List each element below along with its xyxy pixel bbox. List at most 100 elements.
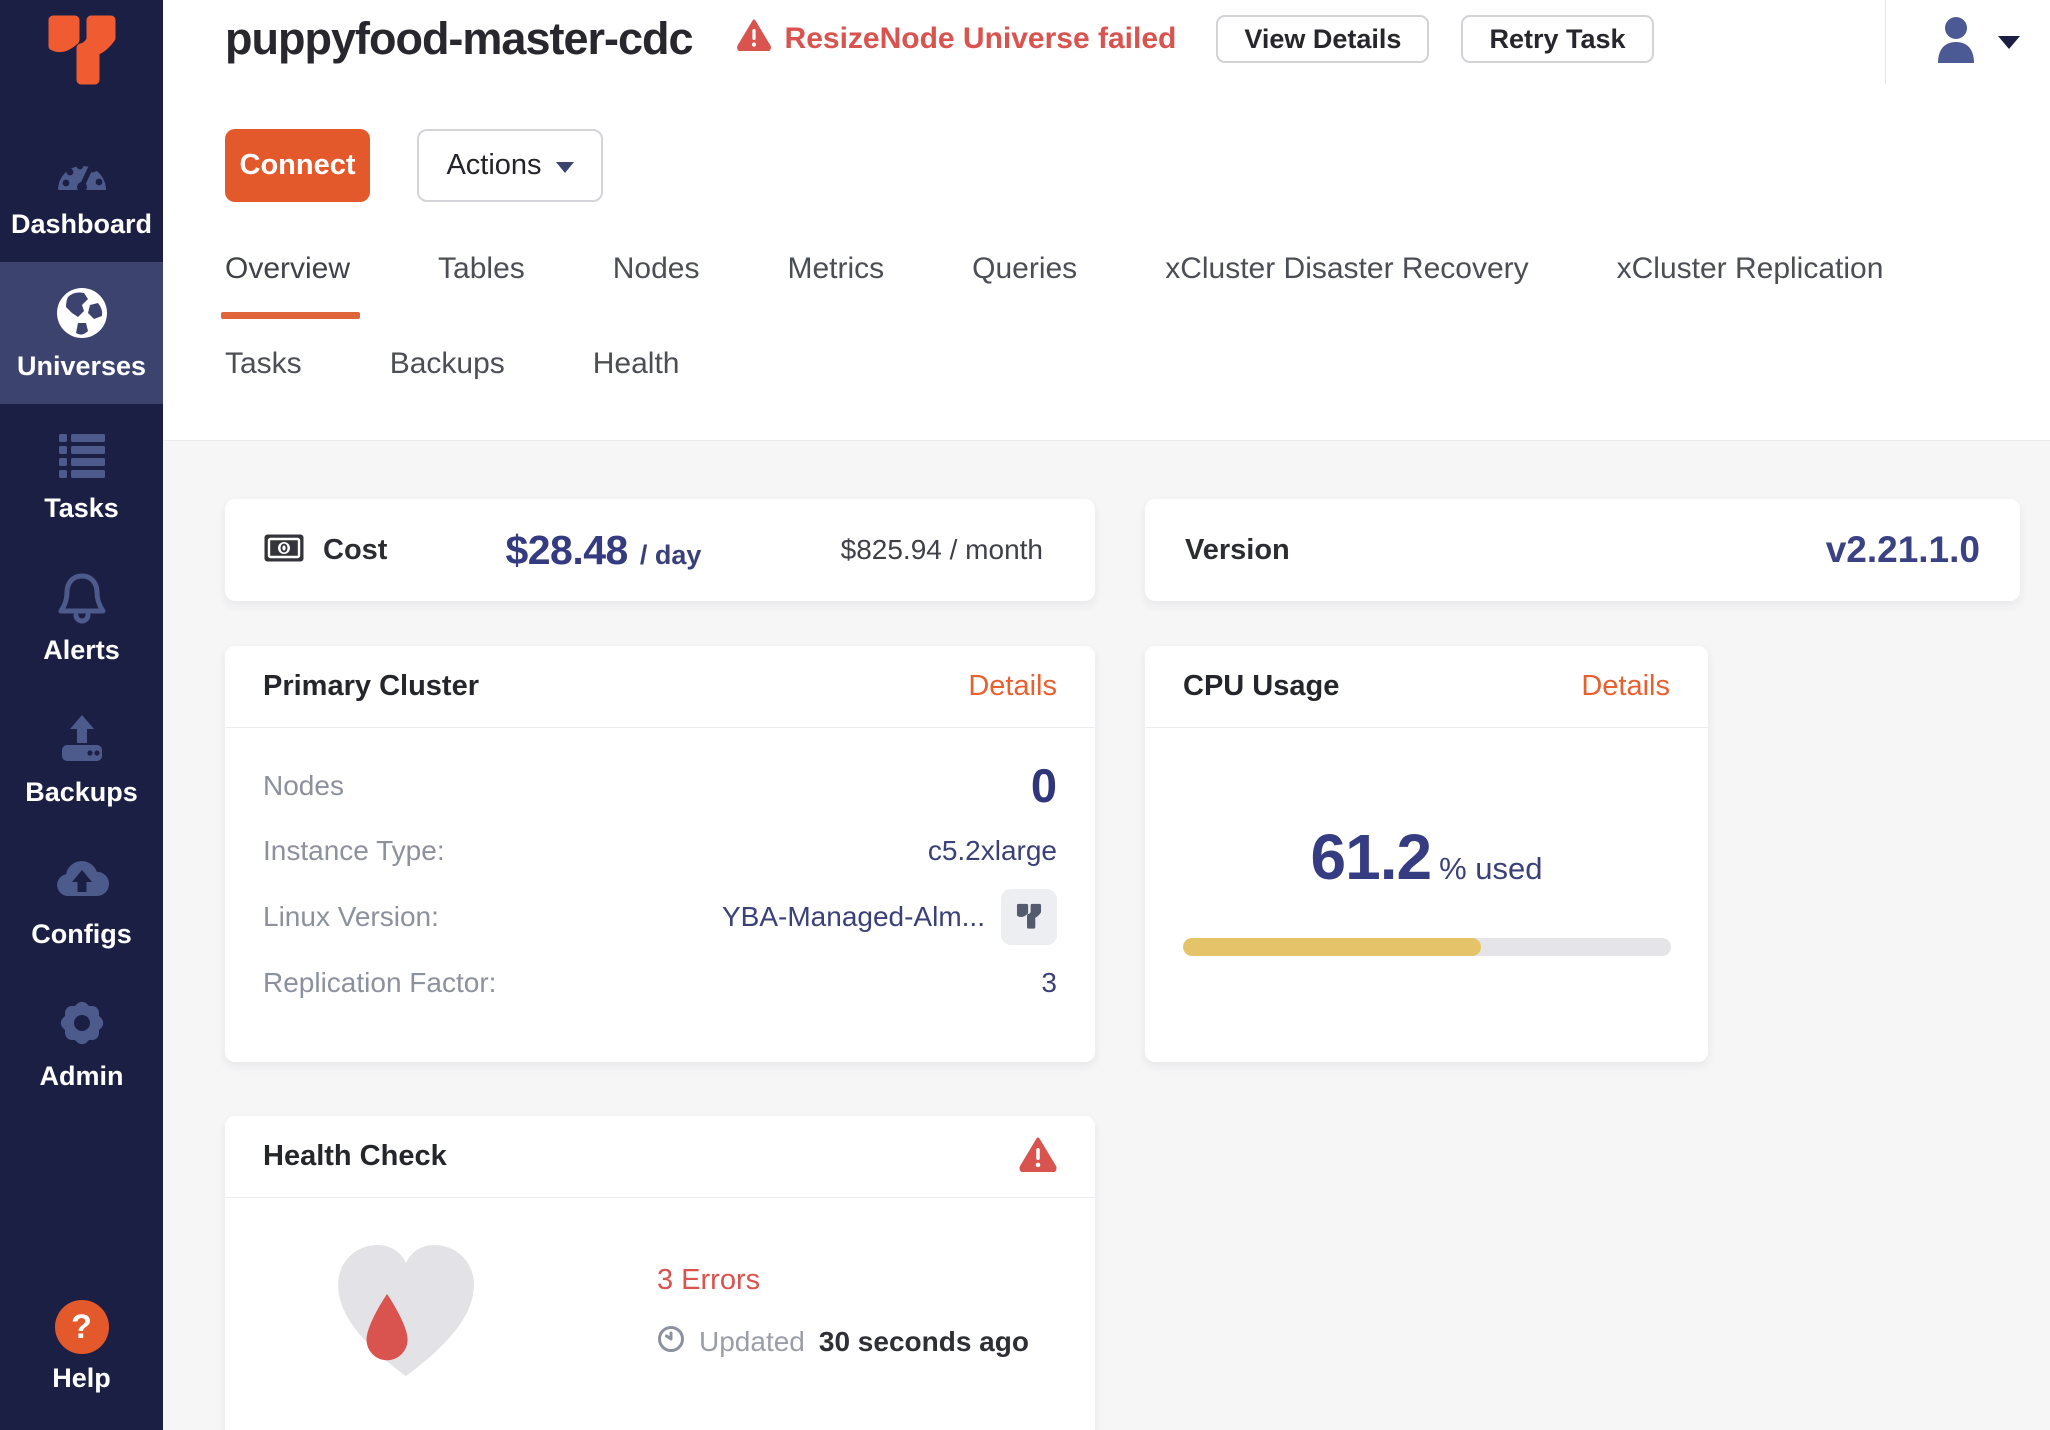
cost-monthly-value: $825.94 / month xyxy=(841,534,1043,566)
primary-cluster-header: Primary Cluster Details xyxy=(225,646,1095,728)
tab-label: Backups xyxy=(390,347,505,380)
yugabyte-image-chip[interactable] xyxy=(1001,889,1057,945)
banknote-icon xyxy=(263,533,305,568)
gear-icon xyxy=(53,994,111,1052)
universe-header: puppyfood-master-cdc ResizeNode Universe… xyxy=(163,0,2050,441)
health-check-title: Health Check xyxy=(263,1140,447,1173)
title-row: puppyfood-master-cdc ResizeNode Universe… xyxy=(225,8,2020,70)
tab-xcluster-disaster-recovery[interactable]: xCluster Disaster Recovery xyxy=(1165,252,1528,286)
sidebar-item-alerts[interactable]: Alerts xyxy=(0,546,163,688)
gauge-icon xyxy=(53,142,111,200)
clock-icon xyxy=(657,1325,685,1360)
instance-type-value: c5.2xlarge xyxy=(928,835,1057,867)
sidebar-item-label: Configs xyxy=(31,919,132,950)
tab-label: Queries xyxy=(972,252,1077,285)
tab-overview[interactable]: Overview xyxy=(225,252,350,286)
tab-metrics[interactable]: Metrics xyxy=(787,252,884,286)
primary-cluster-title: Primary Cluster xyxy=(263,670,479,703)
linux-version-value: YBA-Managed-Alm... xyxy=(722,901,985,933)
version-value: v2.21.1.0 xyxy=(1826,529,1980,571)
retry-task-button[interactable]: Retry Task xyxy=(1461,15,1653,63)
tab-health[interactable]: Health xyxy=(593,347,680,381)
tab-tasks[interactable]: Tasks xyxy=(225,347,302,381)
error-message: ResizeNode Universe failed xyxy=(785,22,1177,56)
sidebar-item-help[interactable]: ? Help xyxy=(0,1278,163,1416)
updated-label: Updated xyxy=(699,1326,805,1358)
action-buttons-row: Connect Actions xyxy=(225,129,603,202)
tab-label: Nodes xyxy=(613,252,700,285)
sidebar-item-label: Backups xyxy=(25,777,138,808)
sidebar-item-label: Tasks xyxy=(44,493,119,524)
health-check-body: 3 Errors Updated 30 seconds ago xyxy=(225,1198,1095,1389)
connect-button[interactable]: Connect xyxy=(225,129,370,202)
cpu-progress-fill xyxy=(1183,938,1482,956)
sidebar-item-label: Universes xyxy=(17,351,146,382)
sidebar-item-dashboard[interactable]: Dashboard xyxy=(0,120,163,262)
bell-icon xyxy=(53,568,111,626)
universe-error-banner: ResizeNode Universe failed xyxy=(737,19,1177,59)
cost-daily-value: $28.48 xyxy=(505,527,627,574)
health-check-text: 3 Errors Updated 30 seconds ago xyxy=(657,1264,1029,1360)
globe-icon xyxy=(53,284,111,342)
linux-version-label: Linux Version: xyxy=(263,901,439,933)
page-title: puppyfood-master-cdc xyxy=(225,13,693,65)
sidebar-item-label: Help xyxy=(52,1363,111,1394)
sidebar: Dashboard Universes xyxy=(0,0,163,1430)
tab-xcluster-replication[interactable]: xCluster Replication xyxy=(1617,252,1884,286)
cpu-usage-title: CPU Usage xyxy=(1183,670,1339,703)
version-label: Version xyxy=(1185,534,1290,567)
actions-label: Actions xyxy=(446,149,541,182)
backup-upload-icon xyxy=(53,710,111,768)
cpu-usage-unit: % used xyxy=(1439,851,1542,887)
actions-dropdown[interactable]: Actions xyxy=(417,129,603,202)
cost-card: Cost $28.48 / day $825.94 / month xyxy=(225,499,1095,601)
cpu-progress-track xyxy=(1183,938,1671,956)
health-updated-row: Updated 30 seconds ago xyxy=(657,1325,1029,1360)
user-avatar-icon xyxy=(1932,15,1980,70)
sidebar-item-label: Admin xyxy=(40,1061,124,1092)
cloud-upload-icon xyxy=(53,852,111,910)
health-warning-triangle-icon xyxy=(1019,1137,1057,1177)
cpu-value-row: 61.2 % used xyxy=(1145,820,1708,894)
cost-label-wrap: Cost xyxy=(263,533,387,568)
sidebar-item-backups[interactable]: Backups xyxy=(0,688,163,830)
tab-tables[interactable]: Tables xyxy=(438,252,525,286)
question-icon: ? xyxy=(55,1300,109,1354)
nodes-label: Nodes xyxy=(263,770,344,802)
cost-daily-unit: / day xyxy=(640,540,702,571)
sidebar-item-configs[interactable]: Configs xyxy=(0,830,163,972)
sidebar-item-admin[interactable]: Admin xyxy=(0,972,163,1114)
tab-label: Tables xyxy=(438,252,525,285)
version-card: Version v2.21.1.0 xyxy=(1145,499,2020,601)
tab-label: xCluster Disaster Recovery xyxy=(1165,252,1528,285)
tab-backups[interactable]: Backups xyxy=(390,347,505,381)
health-check-header: Health Check xyxy=(225,1116,1095,1198)
replication-factor-label: Replication Factor: xyxy=(263,967,496,999)
tab-bar-row-2: Tasks Backups Health xyxy=(225,347,679,381)
user-menu[interactable] xyxy=(1885,0,2020,84)
sidebar-nav: Dashboard Universes xyxy=(0,120,163,1114)
updated-value: 30 seconds ago xyxy=(819,1326,1029,1358)
sidebar-item-universes[interactable]: Universes xyxy=(0,262,163,404)
tab-label: Metrics xyxy=(787,252,884,285)
health-errors-link[interactable]: 3 Errors xyxy=(657,1264,1029,1297)
instance-type-row: Instance Type: c5.2xlarge xyxy=(263,835,1057,867)
sidebar-item-label: Alerts xyxy=(43,635,120,666)
cpu-usage-details-link[interactable]: Details xyxy=(1581,670,1670,703)
cpu-usage-card: CPU Usage Details 61.2 % used xyxy=(1145,646,1708,1062)
health-check-card: Health Check 3 Errors xyxy=(225,1116,1095,1430)
warning-triangle-icon xyxy=(737,19,771,59)
primary-cluster-details-link[interactable]: Details xyxy=(968,670,1057,703)
tab-nodes[interactable]: Nodes xyxy=(613,252,700,286)
tab-queries[interactable]: Queries xyxy=(972,252,1077,286)
tab-label: Tasks xyxy=(225,347,302,380)
yugabyte-logo[interactable] xyxy=(37,10,127,94)
chevron-down-icon xyxy=(556,162,574,173)
view-details-button[interactable]: View Details xyxy=(1216,15,1429,63)
sidebar-item-label: Dashboard xyxy=(11,209,152,240)
chevron-down-icon xyxy=(1998,36,2020,49)
tab-label: Health xyxy=(593,347,680,380)
linux-version-value-wrap: YBA-Managed-Alm... xyxy=(722,889,1057,945)
sidebar-item-tasks[interactable]: Tasks xyxy=(0,404,163,546)
task-list-icon xyxy=(53,426,111,484)
